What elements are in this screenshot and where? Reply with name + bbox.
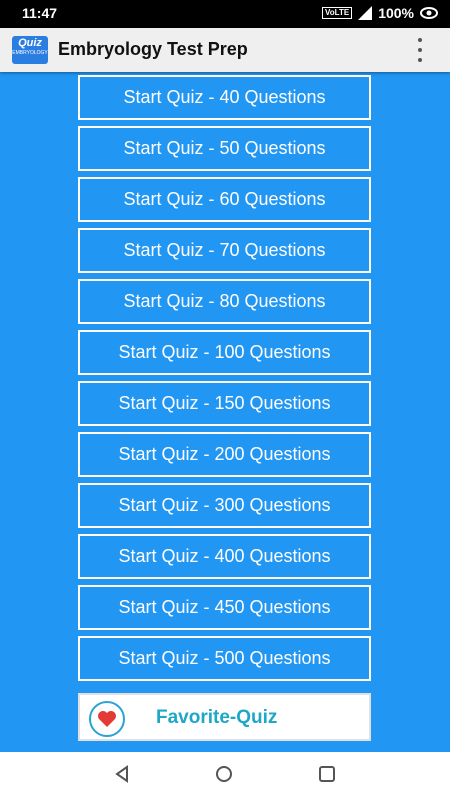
recents-icon[interactable] [317,764,337,784]
logo-text: Quiz [18,37,42,49]
navigation-bar [0,752,450,800]
heart-icon [98,711,116,727]
app-title: Embryology Test Prep [58,39,248,59]
favorite-quiz-button[interactable]: Favorite-Quiz [78,693,371,741]
battery-percent: 100% [378,5,414,21]
quiz-button-40[interactable]: Start Quiz - 40 Questions [78,75,371,120]
back-icon[interactable] [112,764,132,784]
quiz-button-60[interactable]: Start Quiz - 60 Questions [78,177,371,222]
status-icons: VoLTE 100% [322,5,438,21]
home-icon[interactable] [214,764,234,784]
heart-icon-circle [89,701,125,737]
status-bar: 11:47 VoLTE 100% [0,0,450,28]
quiz-button-100[interactable]: Start Quiz - 100 Questions [78,330,371,375]
quiz-list: Start Quiz - 40 Questions Start Quiz - 5… [78,75,371,687]
quiz-button-70[interactable]: Start Quiz - 70 Questions [78,228,371,273]
favorite-quiz-label: Favorite-Quiz [156,707,278,728]
quiz-button-300[interactable]: Start Quiz - 300 Questions [78,483,371,528]
quiz-button-150[interactable]: Start Quiz - 150 Questions [78,381,371,426]
signal-icon [358,6,373,20]
logo-subtext: EMBRYOLOGY [12,50,48,56]
overflow-menu-icon[interactable] [416,38,424,62]
volte-badge: VoLTE [322,7,353,19]
eye-icon [420,7,438,19]
quiz-button-500[interactable]: Start Quiz - 500 Questions [78,636,371,681]
quiz-button-450[interactable]: Start Quiz - 450 Questions [78,585,371,630]
status-time: 11:47 [22,5,58,21]
app-bar: Quiz EMBRYOLOGY Embryology Test Prep [0,28,450,72]
quiz-button-200[interactable]: Start Quiz - 200 Questions [78,432,371,477]
quiz-button-80[interactable]: Start Quiz - 80 Questions [78,279,371,324]
quiz-button-400[interactable]: Start Quiz - 400 Questions [78,534,371,579]
app-logo: Quiz EMBRYOLOGY [12,36,48,64]
quiz-button-50[interactable]: Start Quiz - 50 Questions [78,126,371,171]
